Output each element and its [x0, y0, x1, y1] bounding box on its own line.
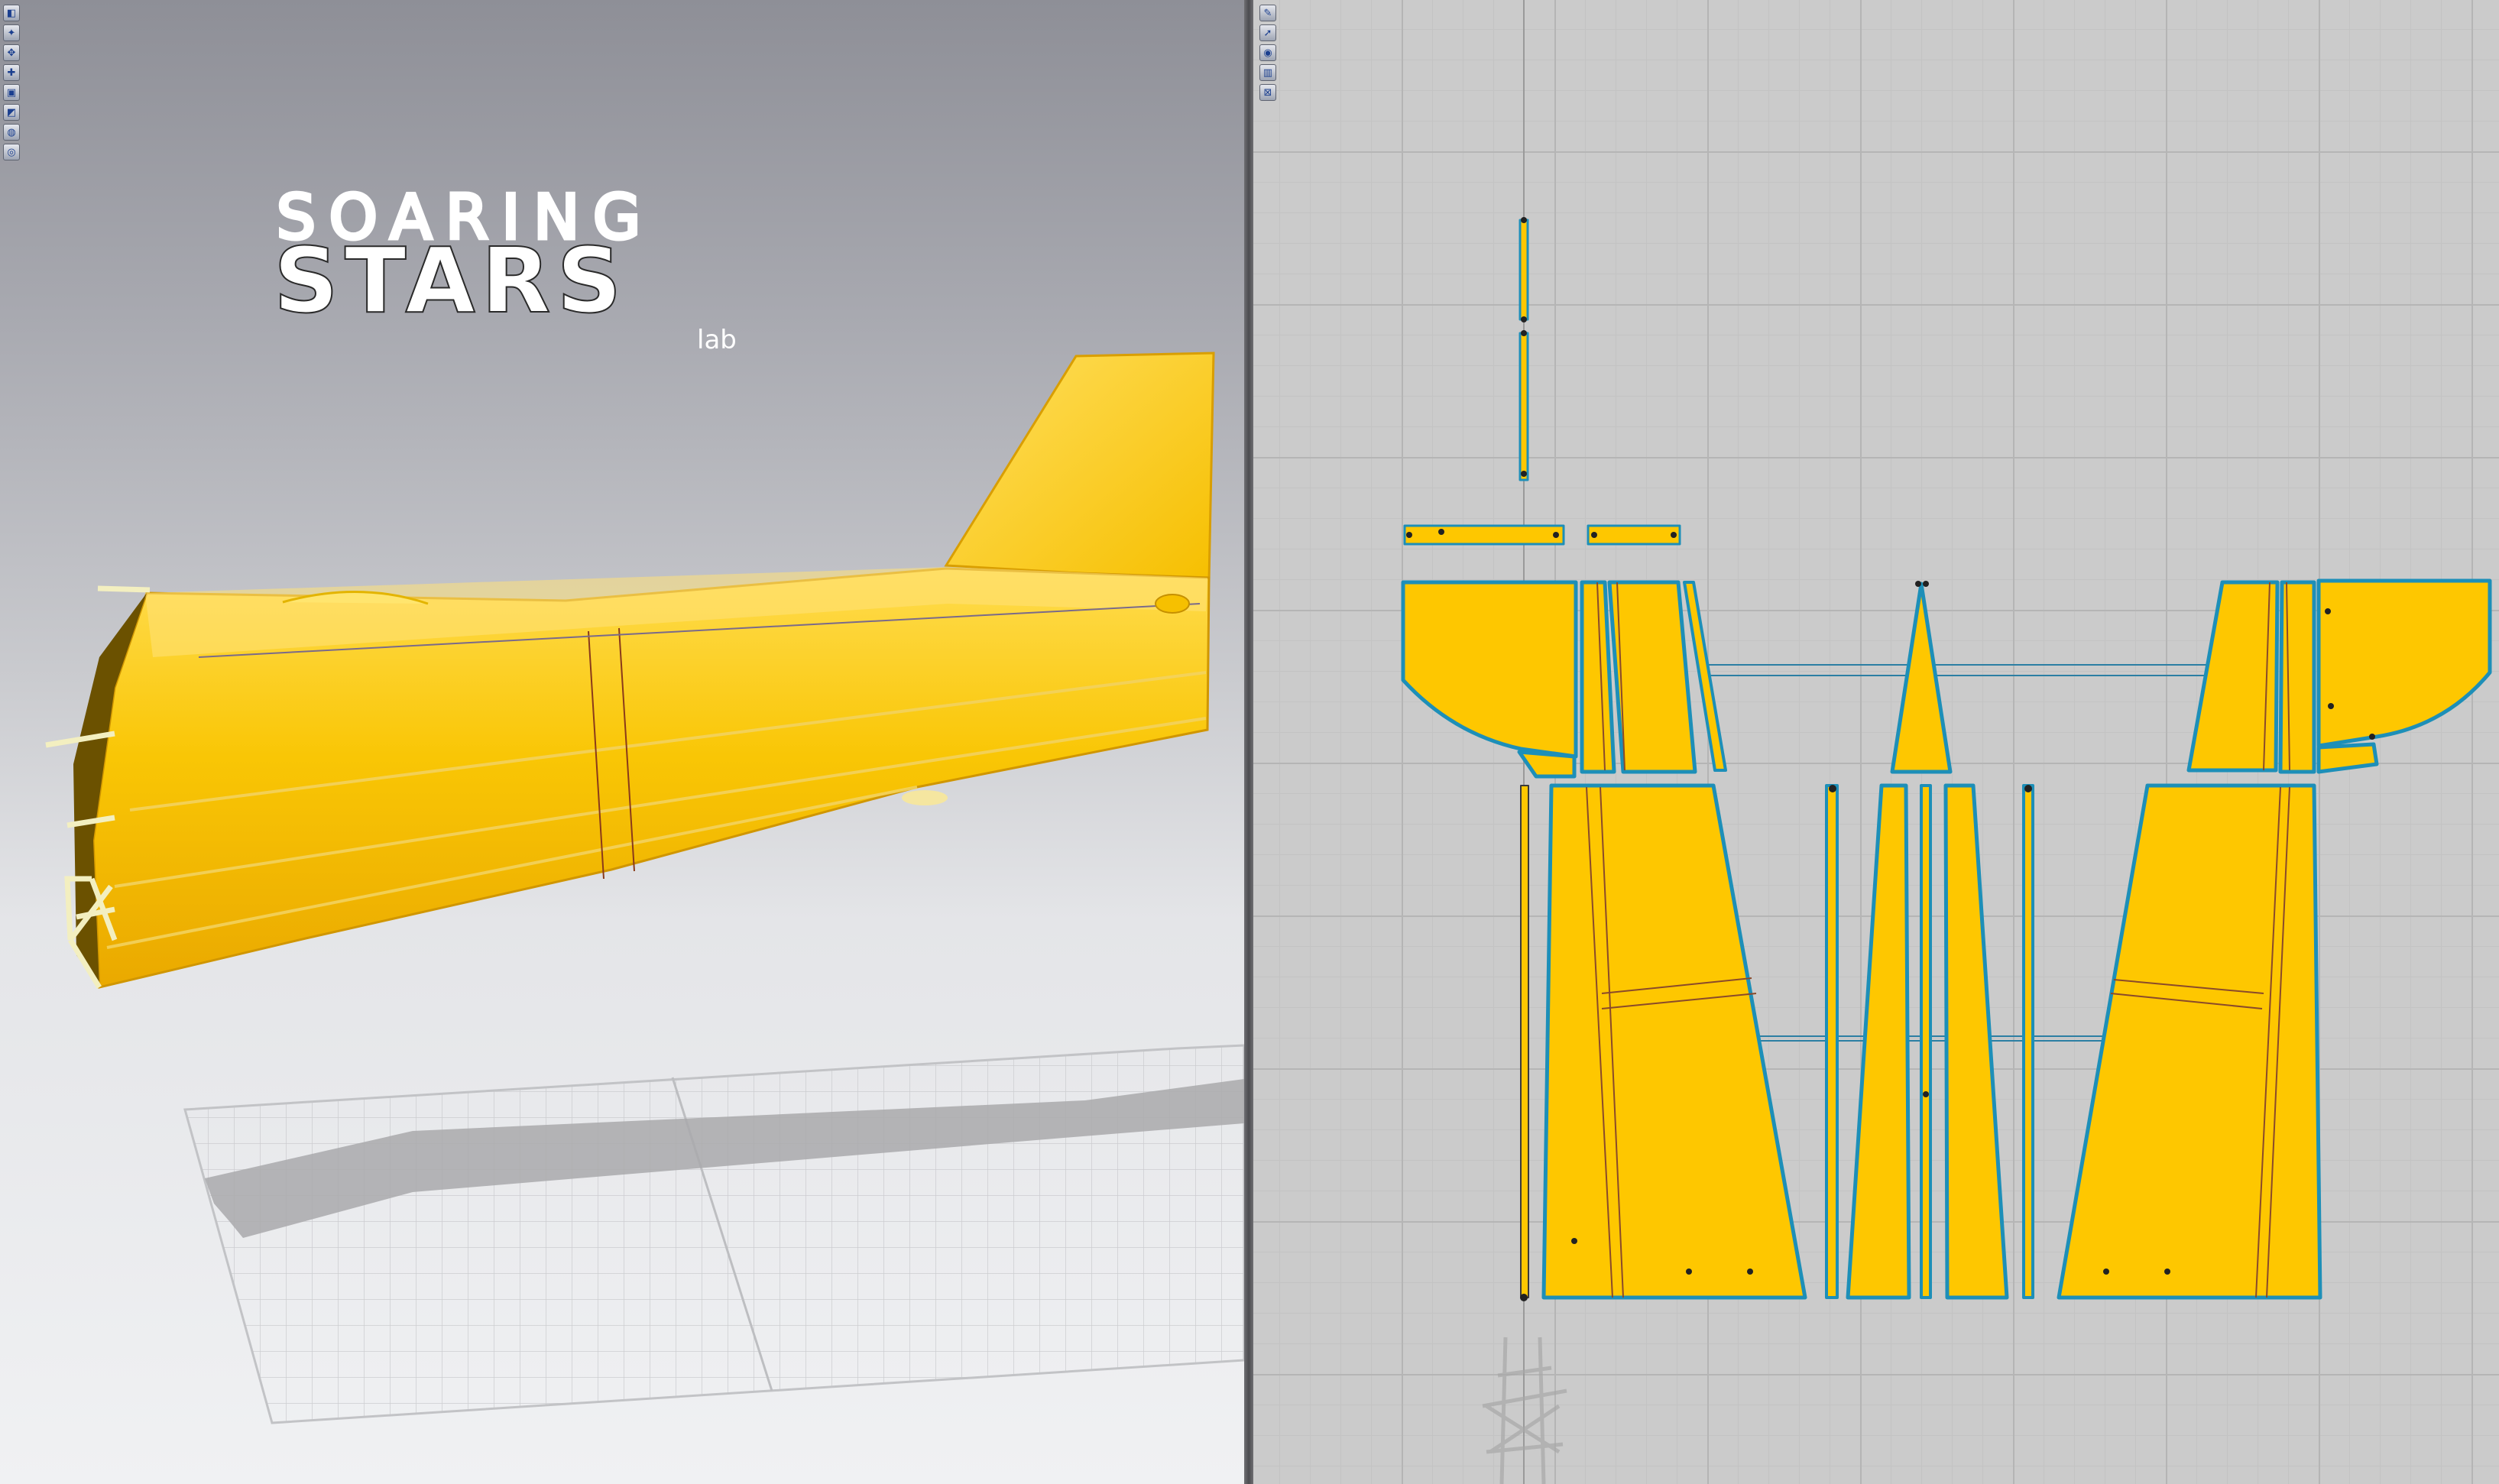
globe-icon[interactable]: ◉	[1259, 44, 1276, 61]
select-icon[interactable]: ✥	[3, 44, 20, 61]
logo-line2: STARS	[274, 228, 628, 333]
viewport-toolbar: ◧ ✦ ✥ ✚ ▣ ◩ ◍ ◎	[3, 5, 20, 160]
bulb-icon[interactable]: ◍	[3, 124, 20, 141]
pointer-icon[interactable]: ➚	[1259, 24, 1276, 41]
tools-icon[interactable]: ✦	[3, 24, 20, 41]
soaring-stars-logo: SOARING STARS lab	[273, 180, 737, 356]
part-upper-strip-b	[1607, 580, 1697, 774]
part-stringer-top-2	[1519, 332, 1529, 481]
viewport-2d[interactable]: ✎ ➚ ◉ ▥ ⊠	[1253, 0, 2499, 1484]
part-upper-strip-e	[2278, 580, 2316, 774]
part-fin-tab-right	[2316, 742, 2379, 774]
part-strip-left	[1403, 524, 1565, 546]
render-icon[interactable]: ◎	[3, 144, 20, 160]
camera-icon[interactable]: ◧	[3, 5, 20, 21]
part-longeron-left	[1520, 785, 1529, 1298]
wrench-icon[interactable]: ✎	[1259, 5, 1276, 21]
part-stringer-center	[1920, 784, 1932, 1299]
part-fin-tip	[1890, 582, 1953, 774]
logo-line3: lab	[697, 325, 737, 355]
part-fin-panel-right	[2316, 578, 2492, 748]
layer-icon[interactable]: ▥	[1259, 64, 1276, 81]
viewport-divider[interactable]	[1244, 0, 1253, 1484]
surface-icon[interactable]: ◩	[3, 104, 20, 121]
scene-3d: SOARING STARS lab	[45, 180, 1244, 1424]
part-fin-panel-left	[1401, 580, 1578, 759]
transform-icon[interactable]: ✚	[3, 64, 20, 81]
part-fin-tab-left	[1517, 750, 1577, 779]
cube-icon[interactable]: ▣	[3, 84, 20, 101]
vertical-fin	[944, 352, 1215, 582]
lock-icon[interactable]: ⊠	[1259, 84, 1276, 101]
viewport-3d[interactable]: SOARING STARS lab ◧ ✦ ✥ ✚ ▣ ◩ ◍ ◎	[0, 0, 1244, 1484]
part-stringer-lower-right	[2022, 784, 2034, 1299]
part-stringer-lower-left	[1825, 784, 1839, 1299]
cut-parts	[1401, 219, 2492, 1300]
part-stringer-top	[1519, 219, 1529, 321]
fuselage-model	[45, 352, 1215, 989]
parts-layout	[1401, 0, 2492, 1484]
part-strip-right	[1587, 524, 1681, 546]
viewport-2d-toolbar: ✎ ➚ ◉ ▥ ⊠	[1259, 5, 1276, 101]
